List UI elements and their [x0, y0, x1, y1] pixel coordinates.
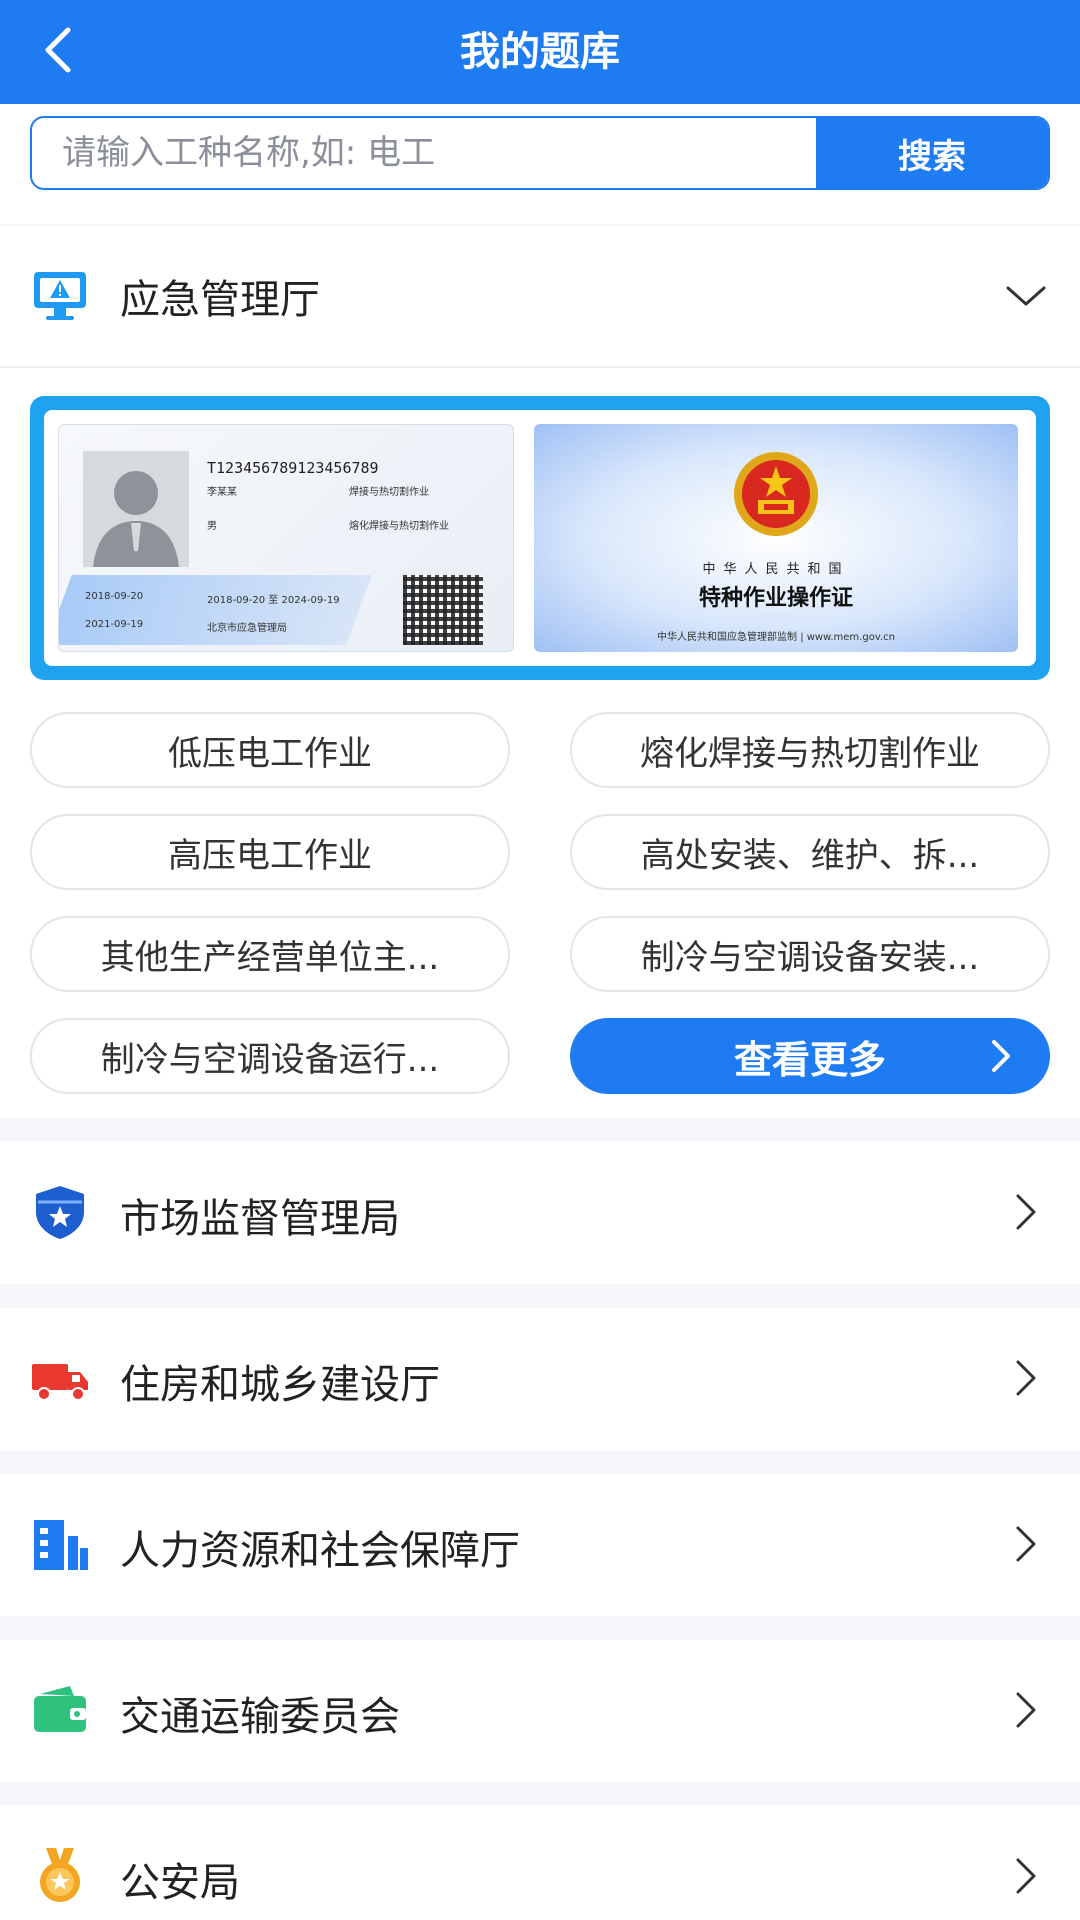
- job-project: 熔化焊接与热切割作业: [349, 521, 449, 532]
- monitor-alert-icon: [34, 272, 86, 320]
- chip-label: 制冷与空调设备运行...: [100, 1039, 440, 1080]
- card-country: 中华人民共和国: [702, 562, 850, 577]
- portrait-placeholder: [83, 451, 189, 567]
- person-silhouette-icon: [93, 471, 179, 567]
- job-chip[interactable]: 其他生产经营单位主...: [30, 916, 510, 992]
- search-input[interactable]: [32, 118, 820, 188]
- search-box: 搜索: [30, 116, 1050, 190]
- section-label: 公安局: [120, 1860, 240, 1906]
- job-chip[interactable]: 熔化焊接与热切割作业: [570, 712, 1050, 788]
- holder-gender: 男: [207, 521, 217, 532]
- chip-label: 其他生产经营单位主...: [100, 937, 440, 978]
- card-footer: 中华人民共和国应急管理部监制 | www.mem.gov.cn: [657, 632, 895, 643]
- chip-label: 高压电工作业: [168, 835, 372, 876]
- holder-name: 李某某: [207, 487, 237, 498]
- certificate-number: T123456789123456789: [207, 459, 379, 477]
- shield-star-icon: [36, 1186, 84, 1239]
- section-transportation[interactable]: 交通运输委员会: [0, 1640, 1080, 1782]
- chevron-right-icon: [1016, 1194, 1036, 1230]
- banner-inner: T123456789123456789 李某某 焊接与热切割作业 男 熔化焊接与…: [44, 410, 1036, 666]
- first-issue-date: 2018-09-20: [85, 591, 144, 602]
- job-chip[interactable]: 高压电工作业: [30, 814, 510, 890]
- job-class: 焊接与热切割作业: [349, 487, 429, 498]
- section-header[interactable]: 应急管理厅: [0, 226, 1080, 368]
- chip-label: 熔化焊接与热切割作业: [640, 733, 980, 774]
- job-chip[interactable]: 制冷与空调设备安装...: [570, 916, 1050, 992]
- view-more-label: 查看更多: [733, 1037, 886, 1082]
- section-label: 住房和城乡建设厅: [120, 1362, 440, 1408]
- search-bar: 搜索: [0, 104, 1080, 224]
- job-chip[interactable]: 制冷与空调设备运行...: [30, 1018, 510, 1094]
- valid-period: 2018-09-20 至 2024-09-19: [207, 595, 340, 606]
- chevron-right-icon: [1016, 1526, 1036, 1562]
- chevron-down-icon: [1006, 286, 1046, 306]
- card-wave-decoration: [59, 575, 372, 645]
- job-chip[interactable]: 低压电工作业: [30, 712, 510, 788]
- view-more-button[interactable]: 查看更多: [570, 1018, 1050, 1094]
- chip-label: 高处安装、维护、拆...: [640, 835, 980, 876]
- chevron-right-icon: [1016, 1360, 1036, 1396]
- national-emblem-icon: [734, 452, 818, 536]
- section-label: 市场监督管理局: [120, 1196, 400, 1242]
- chevron-right-icon: [1016, 1858, 1036, 1894]
- page-title: 我的题库: [460, 29, 620, 75]
- chevron-right-icon: [1016, 1692, 1036, 1728]
- search-button[interactable]: 搜索: [816, 118, 1048, 188]
- chevron-right-icon: [992, 1040, 1010, 1072]
- certificate-back: 中华人民共和国 特种作业操作证 中华人民共和国应急管理部监制 | www.mem…: [534, 424, 1018, 652]
- section-label: 应急管理厅: [120, 277, 320, 323]
- truck-icon: [32, 1364, 88, 1401]
- section-human-resources[interactable]: 人力资源和社会保障厅: [0, 1474, 1080, 1616]
- section-market-supervision[interactable]: 市场监督管理局: [0, 1142, 1080, 1284]
- qr-code: [403, 575, 483, 645]
- card-title: 特种作业操作证: [698, 586, 853, 611]
- issuing-authority: 北京市应急管理局: [207, 623, 287, 634]
- section-label: 交通运输委员会: [120, 1694, 400, 1740]
- chip-label: 低压电工作业: [168, 733, 372, 774]
- section-label: 人力资源和社会保障厅: [120, 1528, 520, 1574]
- wallet-icon: [34, 1686, 86, 1732]
- section-emergency-management: 应急管理厅 T123456789123456789 李某某 焊接与热切割作业 男…: [0, 226, 1080, 1118]
- review-date: 2021-09-19: [85, 619, 144, 630]
- certificate-banner[interactable]: T123456789123456789 李某某 焊接与热切割作业 男 熔化焊接与…: [30, 396, 1050, 680]
- section-housing-construction[interactable]: 住房和城乡建设厅: [0, 1308, 1080, 1450]
- job-chip[interactable]: 高处安装、维护、拆...: [570, 814, 1050, 890]
- top-app-bar: 我的题库: [0, 0, 1080, 104]
- page: 我的题库 搜索 应急管理厅: [0, 0, 1080, 1920]
- chip-label: 制冷与空调设备安装...: [640, 937, 980, 978]
- building-icon: [34, 1520, 88, 1570]
- certificate-front: T123456789123456789 李某某 焊接与热切割作业 男 熔化焊接与…: [58, 424, 514, 652]
- medal-icon: [40, 1848, 80, 1902]
- section-public-security[interactable]: 公安局: [0, 1806, 1080, 1920]
